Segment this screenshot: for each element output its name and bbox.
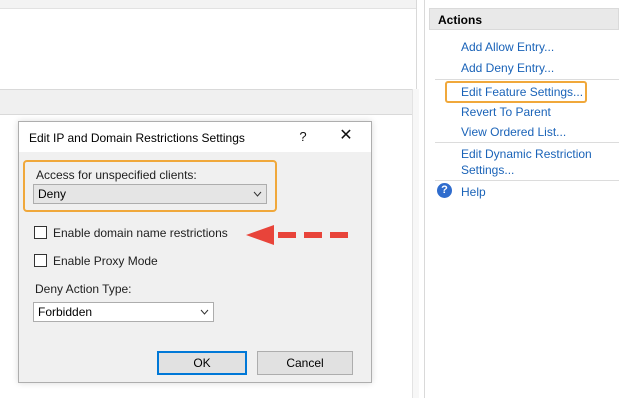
cancel-button[interactable]: Cancel [257,351,353,375]
view-ordered-list-link[interactable]: View Ordered List... [461,125,566,139]
main-top-strip [0,0,416,9]
enable-domain-label[interactable]: Enable domain name restrictions [53,226,228,240]
close-icon[interactable]: ✕ [337,127,355,145]
edit-ip-domain-restrictions-dialog: Edit IP and Domain Restrictions Settings… [18,121,372,383]
access-select-value: Deny [38,187,67,201]
add-allow-entry-link[interactable]: Add Allow Entry... [461,40,554,54]
main-header-band [0,89,412,115]
chevron-down-icon [253,185,262,210]
dialog-title: Edit IP and Domain Restrictions Settings [29,131,245,145]
enable-domain-checkbox[interactable] [34,226,47,239]
revert-to-parent-link[interactable]: Revert To Parent [461,105,551,119]
deny-action-select[interactable]: Forbidden [33,302,214,322]
actions-separator [435,79,619,80]
actions-title: Actions [438,13,483,27]
edit-dynamic-restriction-link[interactable]: Edit Dynamic Restriction [461,147,592,161]
ok-button[interactable]: OK [157,351,247,375]
main-scrollbar[interactable] [412,89,419,398]
help-icon[interactable]: ? [437,183,452,198]
dialog-titlebar: Edit IP and Domain Restrictions Settings… [19,122,371,152]
annotation-arrow-icon [246,225,348,245]
edit-dynamic-restriction-link-line2[interactable]: Settings... [461,163,514,177]
deny-action-select-value: Forbidden [38,305,93,319]
chevron-down-icon [200,303,209,328]
enable-proxy-label[interactable]: Enable Proxy Mode [53,254,158,268]
enable-proxy-checkbox[interactable] [34,254,47,267]
main-divider [416,0,417,90]
dialog-help-button[interactable]: ? [295,129,311,145]
actions-panel: Actions Add Allow Entry... Add Deny Entr… [424,0,621,398]
add-deny-entry-link[interactable]: Add Deny Entry... [461,61,554,75]
edit-feature-settings-link[interactable]: Edit Feature Settings... [461,85,583,99]
help-link[interactable]: Help [461,185,486,199]
actions-separator [435,180,619,181]
actions-separator [435,142,619,143]
access-label: Access for unspecified clients: [36,168,197,182]
access-select[interactable]: Deny [33,184,267,204]
deny-action-label: Deny Action Type: [35,282,132,296]
actions-header: Actions [429,8,619,30]
